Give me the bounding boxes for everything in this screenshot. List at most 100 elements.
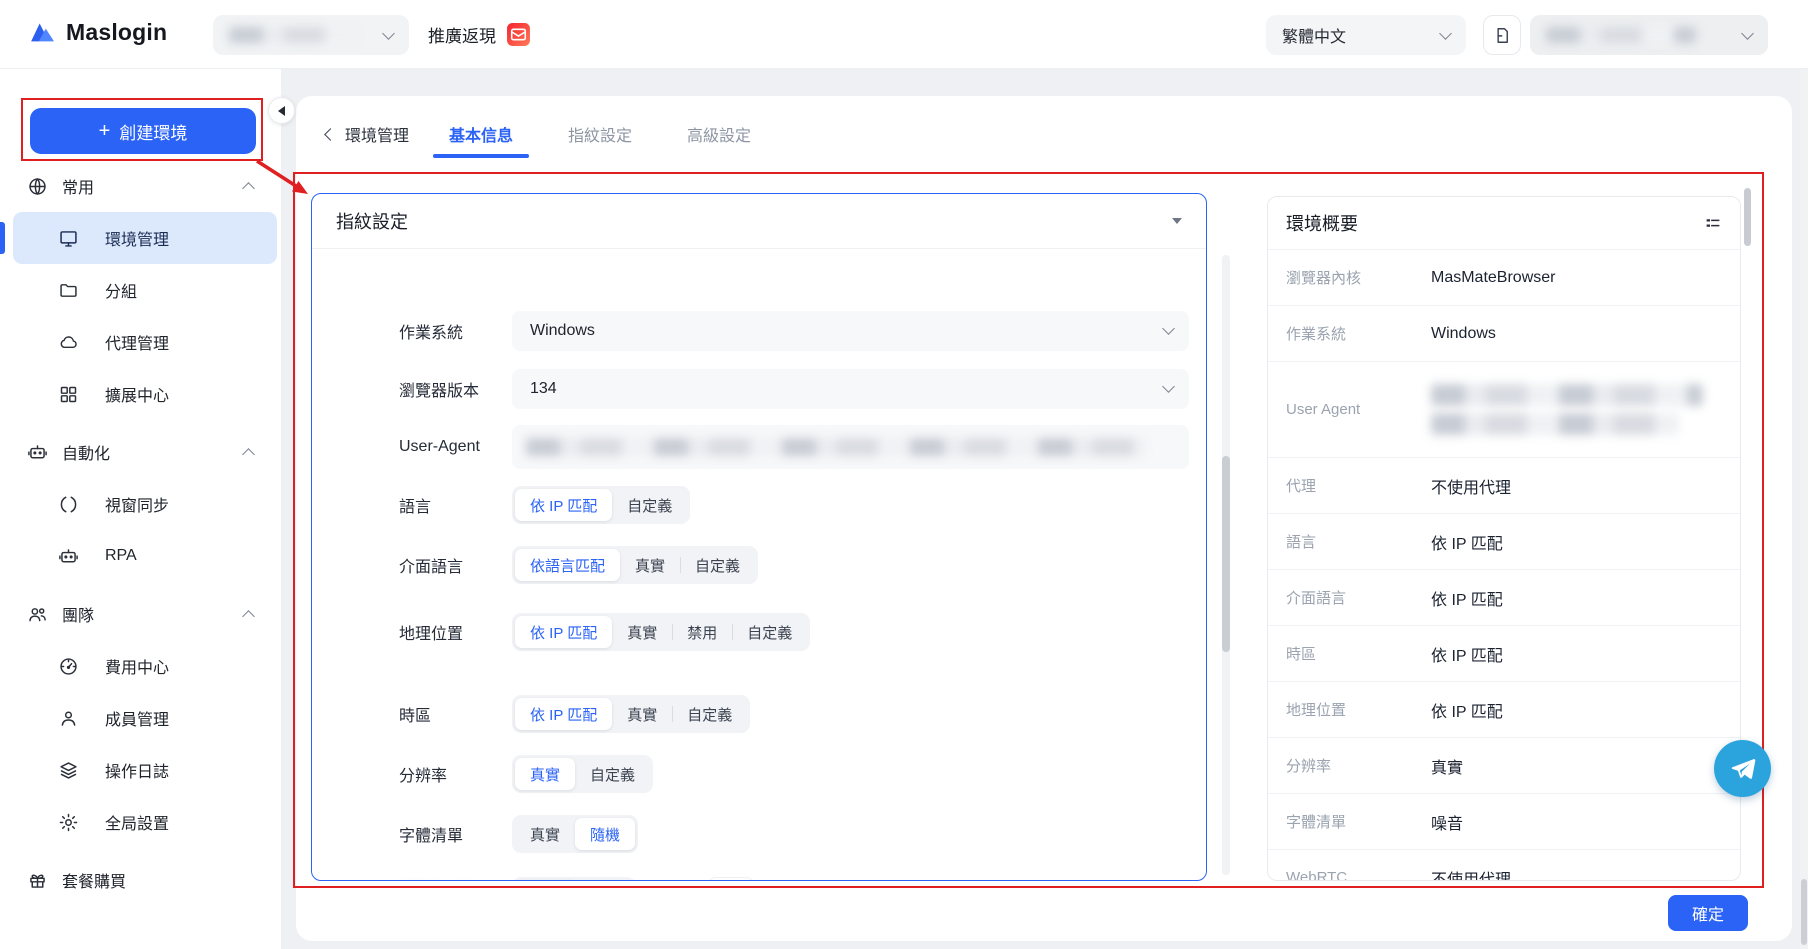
option-language-0[interactable]: 依 IP 匹配 xyxy=(515,489,612,521)
field-label-geolocation: 地理位置 xyxy=(399,620,512,644)
select-value: 134 xyxy=(530,380,557,398)
tab-fingerprint-settings[interactable]: 指紋設定 xyxy=(568,122,632,146)
option-partial-0[interactable] xyxy=(515,880,577,881)
option-geolocation-2[interactable]: 禁用 xyxy=(672,616,732,648)
language-segmented-control: 依 IP 匹配自定義 xyxy=(512,486,690,524)
redacted-value-block xyxy=(1431,384,1703,435)
telegram-float-button[interactable] xyxy=(1714,740,1771,797)
form-row-resolution: 分辨率真實自定義 xyxy=(312,755,1206,793)
form-row-geolocation: 地理位置依 IP 匹配真實禁用自定義 xyxy=(312,613,1206,651)
sidebar-nav: 常用環境管理分組代理管理擴展中心自動化視窗同步 RPA 團隊費用中心成員管理操作日誌… xyxy=(0,160,281,906)
sidebar: + 創建環境 常用環境管理分組代理管理擴展中心自動化視窗同步 RPA 團隊費用中心成… xyxy=(0,69,281,949)
window-scrollbar[interactable] xyxy=(1800,69,1808,949)
sidebar-item-groups[interactable]: 分組 xyxy=(13,264,277,316)
option-ui-language-0[interactable]: 依語言匹配 xyxy=(515,549,620,581)
sidebar-item-label: 代理管理 xyxy=(105,330,169,354)
field-control-timezone: 依 IP 匹配真實自定義 xyxy=(512,695,1189,733)
robot-icon xyxy=(27,442,48,463)
form-row-font-list: 字體清單真實隨機 xyxy=(312,815,1206,853)
option-language-1[interactable]: 自定義 xyxy=(612,489,687,521)
sidebar-item-proxy-management[interactable]: 代理管理 xyxy=(13,316,277,368)
team-icon xyxy=(27,604,48,625)
sidebar-item-window-sync[interactable]: 視窗同步 xyxy=(13,478,277,530)
field-label-language: 語言 xyxy=(399,493,512,517)
option-font-list-1[interactable]: 隨機 xyxy=(575,818,635,850)
confirm-button[interactable]: 確定 xyxy=(1668,895,1748,931)
sidebar-item-member-management[interactable]: 成員管理 xyxy=(13,692,277,744)
sidebar-section-label: 自動化 xyxy=(62,440,110,464)
user-agent-input[interactable] xyxy=(512,425,1189,469)
summary-label-resolution: 分辨率 xyxy=(1286,755,1431,776)
option-geolocation-0[interactable]: 依 IP 匹配 xyxy=(515,616,612,648)
promo-cashback-link[interactable]: 推廣返現 xyxy=(428,22,531,47)
summary-row-proxy: 代理不使用代理 xyxy=(1268,457,1740,513)
sidebar-item-label: 環境管理 xyxy=(105,226,169,250)
summary-label-ui-language: 介面語言 xyxy=(1286,587,1431,608)
summary-rows: 瀏覽器內核MasMateBrowser作業系統WindowsUser Agent… xyxy=(1268,249,1740,881)
app-logo: Maslogin xyxy=(28,17,167,47)
option-partial-1[interactable] xyxy=(577,880,633,881)
chevron-down-icon xyxy=(1741,27,1754,40)
sidebar-item-extension-center[interactable]: 擴展中心 xyxy=(13,368,277,420)
fingerprint-settings-panel: 指紋設定 作業系統Windows瀏覽器版本134User-Agent語言依 IP… xyxy=(311,193,1207,881)
sidebar-collapse-button[interactable] xyxy=(268,97,295,124)
panel-scrollbar-thumb[interactable] xyxy=(1222,456,1230,652)
sidebar-section-team[interactable]: 團隊 xyxy=(0,588,281,640)
group-selector-dropdown[interactable] xyxy=(213,15,409,55)
app-title: Maslogin xyxy=(66,19,167,46)
sidebar-item-label: RPA xyxy=(105,547,137,565)
sidebar-item-rpa[interactable]: RPA xyxy=(13,530,277,582)
cloud-icon xyxy=(58,332,79,353)
field-label-ui-language: 介面語言 xyxy=(399,553,512,577)
summary-list-icon[interactable] xyxy=(1704,214,1722,232)
top-header: Maslogin 推廣返現 繁體中文 xyxy=(0,0,1808,69)
sidebar-item-label: 視窗同步 xyxy=(105,492,169,516)
fingerprint-panel-header[interactable]: 指紋設定 xyxy=(312,194,1206,249)
option-resolution-1[interactable]: 自定義 xyxy=(575,758,650,790)
option-ui-language-2[interactable]: 自定義 xyxy=(680,549,755,581)
font-list-segmented-control: 真實隨機 xyxy=(512,815,638,853)
sidebar-item-operation-logs[interactable]: 操作日誌 xyxy=(13,744,277,796)
panel-scrollbar[interactable] xyxy=(1222,255,1230,875)
summary-value-ui-language: 依 IP 匹配 xyxy=(1431,586,1503,610)
sidebar-item-env-management[interactable]: 環境管理 xyxy=(13,212,277,264)
editor-tabs: 環境管理 基本信息 指紋設定 高級設定 xyxy=(326,114,806,154)
option-ui-language-1[interactable]: 真實 xyxy=(620,549,680,581)
browser-version-select[interactable]: 134 xyxy=(512,369,1189,409)
account-dropdown[interactable] xyxy=(1530,15,1768,55)
option-timezone-2[interactable]: 自定義 xyxy=(672,698,747,730)
redacted-line xyxy=(1431,384,1703,406)
option-geolocation-3[interactable]: 自定義 xyxy=(732,616,807,648)
tab-basic-info[interactable]: 基本信息 xyxy=(449,122,513,146)
red-envelope-icon xyxy=(506,22,531,47)
tab-advanced-settings[interactable]: 高級設定 xyxy=(687,122,751,146)
sidebar-item-plan-purchase[interactable]: 套餐購買 xyxy=(0,854,281,906)
option-resolution-0[interactable]: 真實 xyxy=(515,758,575,790)
option-font-list-0[interactable]: 真實 xyxy=(515,818,575,850)
back-label: 環境管理 xyxy=(345,122,409,146)
summary-value-language: 依 IP 匹配 xyxy=(1431,530,1503,554)
option-timezone-1[interactable]: 真實 xyxy=(612,698,672,730)
fingerprint-form: 作業系統Windows瀏覽器版本134User-Agent語言依 IP 匹配自定… xyxy=(312,249,1206,881)
monitor-icon xyxy=(58,228,79,249)
summary-label-timezone: 時區 xyxy=(1286,643,1431,664)
chevron-down-icon xyxy=(1439,27,1452,40)
chevron-left-icon xyxy=(324,128,337,141)
sidebar-item-billing-center[interactable]: 費用中心 xyxy=(13,640,277,692)
sidebar-item-global-settings[interactable]: 全局設置 xyxy=(13,796,277,848)
os-select[interactable]: Windows xyxy=(512,311,1189,351)
create-environment-button[interactable]: + 創建環境 xyxy=(30,108,256,154)
sidebar-section-common[interactable]: 常用 xyxy=(0,160,281,212)
partial-extra-control[interactable] xyxy=(708,877,754,881)
documentation-button[interactable] xyxy=(1483,15,1521,55)
window-scrollbar-thumb[interactable] xyxy=(1801,879,1807,945)
option-geolocation-1[interactable]: 真實 xyxy=(612,616,672,648)
language-selector-dropdown[interactable]: 繁體中文 xyxy=(1266,15,1466,55)
active-item-accent-bar xyxy=(0,222,5,254)
back-to-environment-management[interactable]: 環境管理 xyxy=(326,122,409,146)
summary-row-user-agent: User Agent xyxy=(1268,361,1740,457)
form-row-partial xyxy=(312,877,1206,881)
option-timezone-0[interactable]: 依 IP 匹配 xyxy=(515,698,612,730)
content-scrollbar-thumb[interactable] xyxy=(1744,188,1751,246)
sidebar-section-automation[interactable]: 自動化 xyxy=(0,426,281,478)
